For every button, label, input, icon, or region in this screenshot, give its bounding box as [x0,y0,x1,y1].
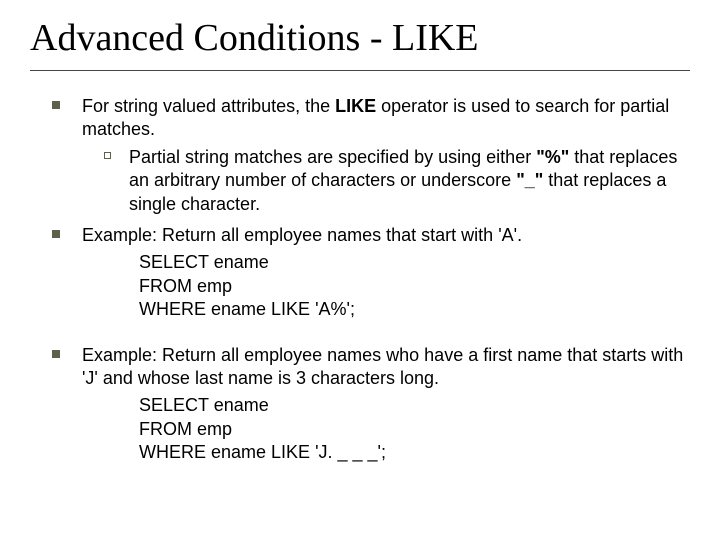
slide-body: For string valued attributes, the LIKE o… [30,95,690,464]
slide-title: Advanced Conditions - LIKE [30,16,690,71]
code-line: WHERE ename LIKE 'A%'; [139,298,690,321]
text-fragment: Partial string matches are specified by … [129,147,536,167]
code-line: WHERE ename LIKE 'J. _ _ _'; [139,441,690,464]
subbullet-item: Partial string matches are specified by … [104,146,690,216]
subbullet-text: Partial string matches are specified by … [129,146,690,216]
bullet-item-1: For string valued attributes, the LIKE o… [52,95,690,142]
square-bullet-icon [52,350,60,358]
hollow-square-bullet-icon [104,152,111,159]
square-bullet-icon [52,230,60,238]
square-bullet-icon [52,101,60,109]
bullet-text: Example: Return all employee names who h… [82,344,690,391]
code-line: FROM emp [139,275,690,298]
bullet-text: Example: Return all employee names that … [82,224,690,247]
bullet-item-3: Example: Return all employee names who h… [52,344,690,391]
text-fragment: For string valued attributes, the [82,96,335,116]
underscore-wildcard: "_" [516,170,543,190]
code-line: SELECT ename [139,251,690,274]
code-line: FROM emp [139,418,690,441]
like-keyword: LIKE [335,96,376,116]
bullet-item-2: Example: Return all employee names that … [52,224,690,247]
bullet-text: For string valued attributes, the LIKE o… [82,95,690,142]
percent-wildcard: "%" [536,147,569,167]
code-line: SELECT ename [139,394,690,417]
